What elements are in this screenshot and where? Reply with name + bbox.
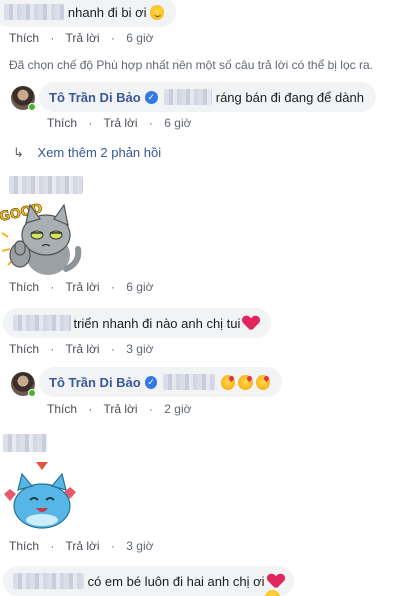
comment-actions-5: Thích · Trả lời · 2 giờ bbox=[47, 402, 192, 416]
avatar[interactable] bbox=[11, 372, 36, 397]
view-more-replies-label: Xem thêm 2 phản hồi bbox=[37, 145, 162, 160]
like-link[interactable]: Thích bbox=[9, 31, 39, 45]
like-link[interactable]: Thích bbox=[47, 116, 77, 130]
like-link[interactable]: Thích bbox=[9, 342, 39, 356]
comment-bubble-2: Tô Trần Di Bảo ✓ ráng bán đi đang để dàn… bbox=[39, 82, 376, 112]
reply-link[interactable]: Trả lời bbox=[65, 342, 99, 356]
blurred-name bbox=[13, 315, 72, 331]
reply-link[interactable]: Trả lời bbox=[103, 402, 137, 416]
smile-emoji-icon bbox=[149, 4, 164, 20]
blurred-tag bbox=[163, 89, 212, 105]
comment-actions-6: Thích · Trả lời · 3 giờ bbox=[9, 539, 154, 553]
comment-bubble-7: có em bé luôn đi hai anh chị ơi bbox=[3, 566, 294, 596]
filter-notice: Đã chọn chế độ Phù hợp nhất nên một số c… bbox=[9, 58, 373, 72]
heart-emoji-icon bbox=[268, 573, 282, 589]
comment-time[interactable]: 3 giờ bbox=[126, 342, 153, 356]
comment-author[interactable]: Tô Trần Di Bảo bbox=[49, 90, 141, 105]
reply-link[interactable]: Trả lời bbox=[65, 31, 99, 45]
comment-actions-3: Thích · Trả lời · 6 giờ bbox=[9, 280, 154, 294]
reply-link[interactable]: Trả lời bbox=[103, 116, 137, 130]
verified-badge-icon: ✓ bbox=[144, 90, 158, 104]
comment-bubble-4: triển nhanh đi nào anh chị tui bbox=[3, 308, 271, 338]
comment-time[interactable]: 2 giờ bbox=[164, 402, 191, 416]
blurred-name bbox=[13, 573, 84, 589]
comment-time[interactable]: 3 giờ bbox=[126, 539, 153, 553]
like-link[interactable]: Thích bbox=[9, 539, 39, 553]
reply-arrow-icon: ↳ bbox=[13, 145, 24, 160]
verified-badge-icon: ✓ bbox=[144, 375, 158, 389]
heart-emoji-icon bbox=[243, 315, 259, 331]
comment-time[interactable]: 6 giờ bbox=[126, 280, 153, 294]
comment-text: ráng bán đi đang để dành bbox=[215, 89, 364, 105]
comment-text: có em bé luôn đi hai anh chị ơi bbox=[87, 573, 265, 589]
online-status-dot bbox=[28, 103, 36, 111]
blurred-name bbox=[9, 176, 83, 194]
reply-link[interactable]: Trả lời bbox=[65, 280, 99, 294]
blue-cat-sticker bbox=[0, 460, 80, 532]
kiss-emoji-icon bbox=[220, 374, 236, 390]
comment-bubble-5: Tô Trần Di Bảo ✓ bbox=[39, 367, 282, 397]
reply-link[interactable]: Trả lời bbox=[65, 539, 99, 553]
blurred-name bbox=[3, 434, 47, 452]
kiss-emoji-icon bbox=[238, 374, 253, 390]
comment-time[interactable]: 6 giờ bbox=[164, 116, 191, 130]
comment-actions-4: Thích · Trả lời · 3 giờ bbox=[9, 342, 154, 356]
like-link[interactable]: Thích bbox=[9, 280, 39, 294]
comment-actions-1: Thích · Trả lời · 6 giờ bbox=[9, 31, 154, 45]
like-link[interactable]: Thích bbox=[47, 402, 77, 416]
blurred-name bbox=[4, 4, 64, 20]
blurred-tag bbox=[163, 374, 215, 390]
comment-bubble-1: nhanh đi bi ơi bbox=[0, 0, 176, 27]
comment-text: nhanh đi bi ơi bbox=[67, 4, 147, 20]
comment-text: triển nhanh đi nào anh chị tui bbox=[73, 315, 241, 331]
comment-actions-2: Thích · Trả lời · 6 giờ bbox=[47, 116, 192, 130]
cat-good-sticker: GOOD bbox=[0, 197, 88, 277]
avatar[interactable] bbox=[11, 86, 36, 111]
comment-time[interactable]: 6 giờ bbox=[126, 31, 153, 45]
online-status-dot bbox=[28, 389, 36, 397]
view-more-replies[interactable]: ↳ Xem thêm 2 phản hồi bbox=[13, 145, 161, 161]
kiss-emoji-icon bbox=[255, 374, 270, 390]
comment-author[interactable]: Tô Trần Di Bảo bbox=[49, 375, 141, 390]
